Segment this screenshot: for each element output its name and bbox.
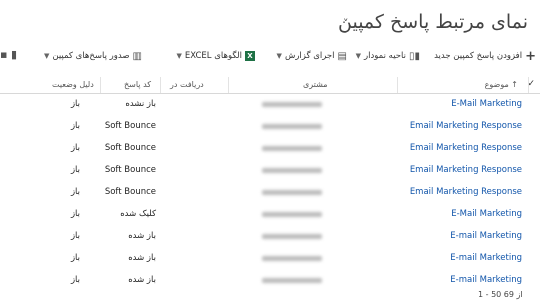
customer-redacted (262, 234, 322, 239)
response-code: باز نشده (125, 99, 156, 109)
response-code: کلیک شده (120, 209, 156, 219)
response-code: باز شده (128, 231, 156, 241)
chevron-down-icon: ▼ (44, 52, 50, 60)
customer-redacted (262, 256, 322, 261)
excel-icon: X (245, 51, 255, 61)
subject-link[interactable]: Email Marketing Response (410, 121, 522, 131)
table-row[interactable]: Email Marketing Response Soft Bounce باز (0, 138, 540, 160)
table-row[interactable]: Email Marketing Response Soft Bounce باز (0, 182, 540, 204)
status-reason: باز (70, 165, 80, 175)
pagination-status: 1 - 50 از 69 (478, 290, 523, 299)
customer-redacted (262, 168, 322, 173)
response-code: باز شده (128, 275, 156, 285)
grid-header: ✓ موضوع ↑ مشتری دریافت در کد پاسخ دلیل و… (0, 77, 540, 94)
subject-link[interactable]: E-Mail Marketing (451, 99, 522, 109)
status-reason: باز (70, 187, 80, 197)
table-row[interactable]: E-Mail Marketing کلیک شده باز (0, 204, 540, 226)
column-divider (160, 77, 161, 93)
column-header-status-reason[interactable]: دلیل وضعیت (52, 80, 94, 89)
table-row[interactable]: Email Marketing Response Soft Bounce باز (0, 116, 540, 138)
response-code: Soft Bounce (104, 121, 156, 131)
response-code: Soft Bounce (104, 187, 156, 197)
customer-redacted (262, 212, 322, 217)
column-divider (228, 77, 229, 93)
response-code: Soft Bounce (104, 143, 156, 153)
customer-redacted (262, 146, 322, 151)
subject-link[interactable]: E-mail Marketing (450, 253, 522, 263)
customer-redacted (262, 190, 322, 195)
status-reason: باز (70, 209, 80, 219)
status-reason: باز (70, 253, 80, 263)
run-report-button[interactable]: ▤ اجرای گزارش ▼ (277, 46, 347, 66)
view-selector-chevron-icon[interactable]: ˅ (343, 17, 349, 30)
column-divider (528, 77, 529, 93)
new-campaign-response-button[interactable]: + افزودن پاسخ کمپین جدید (434, 46, 536, 66)
table-row[interactable]: E-Mail Marketing باز نشده باز (0, 94, 540, 116)
subject-link[interactable]: Email Marketing Response (410, 165, 522, 175)
status-reason: باز (70, 121, 80, 131)
subject-link[interactable]: E-Mail Marketing (451, 209, 522, 219)
excel-templates-button[interactable]: X الگوهای EXCEL ▼ (177, 46, 255, 66)
column-divider (397, 77, 398, 93)
table-row[interactable]: Email Marketing Response Soft Bounce باز (0, 160, 540, 182)
export-icon: ▥ (132, 50, 142, 62)
customer-redacted (262, 102, 322, 107)
subject-link[interactable]: E-mail Marketing (450, 231, 522, 241)
customer-redacted (262, 124, 322, 129)
status-reason: باز (70, 231, 80, 241)
page-title: نمای مرتبط پاسخ کمپین (338, 11, 528, 33)
table-row[interactable]: E-mail Marketing باز شده باز (0, 248, 540, 270)
chevron-down-icon: ▼ (276, 52, 282, 60)
chevron-down-icon: ▼ (176, 52, 182, 60)
table-row[interactable]: E-mail Marketing باز شده باز (0, 270, 540, 292)
report-icon: ▤ (337, 50, 347, 62)
status-reason: باز (70, 99, 80, 109)
column-divider (100, 77, 101, 93)
table-row[interactable]: E-mail Marketing باز شده باز (0, 226, 540, 248)
chart-pane-button[interactable]: ▮▯ ناحیه نمودار ▼ (356, 46, 420, 66)
export-campaign-responses-button[interactable]: ▥ صدور پاسخ‌های کمپین ▼ (44, 46, 142, 66)
column-header-customer[interactable]: مشتری (303, 80, 328, 89)
chart-icon: ▮▯ (408, 50, 420, 62)
subject-link[interactable]: Email Marketing Response (410, 143, 522, 153)
column-header-received[interactable]: دریافت در (170, 80, 204, 89)
chevron-down-icon: ▼ (355, 52, 362, 60)
column-header-subject[interactable]: موضوع ↑ (485, 80, 518, 89)
column-header-response-code[interactable]: کد پاسخ (124, 80, 151, 89)
plus-icon: + (525, 48, 536, 64)
status-reason: باز (70, 275, 80, 285)
status-reason: باز (70, 143, 80, 153)
response-code: باز شده (128, 253, 156, 263)
command-bar: + افزودن پاسخ کمپین جدید ▮▯ ناحیه نمودار… (0, 46, 540, 66)
subject-link[interactable]: Email Marketing Response (410, 187, 522, 197)
subject-link[interactable]: E-mail Marketing (450, 275, 522, 285)
response-code: Soft Bounce (104, 165, 156, 175)
customer-redacted (262, 278, 322, 283)
